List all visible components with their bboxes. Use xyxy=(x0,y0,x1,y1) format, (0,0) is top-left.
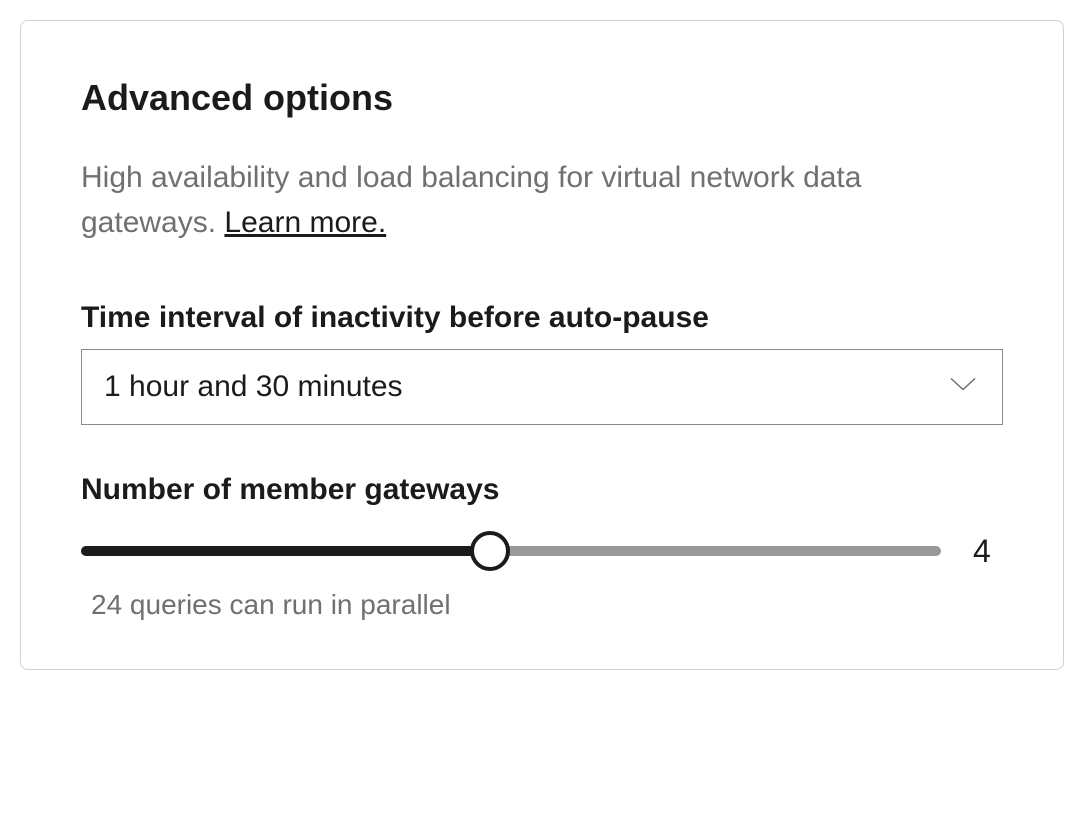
gateways-field: Number of member gateways 4 24 queries c… xyxy=(81,473,1003,621)
gateways-label: Number of member gateways xyxy=(81,473,1003,507)
time-interval-select-wrapper: 1 hour and 30 minutes xyxy=(81,349,1003,425)
time-interval-field: Time interval of inactivity before auto-… xyxy=(81,301,1003,425)
advanced-options-card: Advanced options High availability and l… xyxy=(20,20,1064,670)
time-interval-select[interactable]: 1 hour and 30 minutes xyxy=(81,349,1003,425)
time-interval-label: Time interval of inactivity before auto-… xyxy=(81,301,1003,335)
learn-more-link[interactable]: Learn more. xyxy=(224,206,386,239)
gateways-value: 4 xyxy=(973,533,1003,570)
section-title: Advanced options xyxy=(81,77,1003,119)
slider-thumb[interactable] xyxy=(470,531,510,571)
description-text: High availability and load balancing for… xyxy=(81,161,861,239)
gateways-hint: 24 queries can run in parallel xyxy=(91,589,1003,621)
time-interval-selected-value: 1 hour and 30 minutes xyxy=(104,370,942,404)
section-description: High availability and load balancing for… xyxy=(81,155,1003,245)
gateways-slider-row: 4 xyxy=(81,531,1003,571)
slider-track-fill xyxy=(81,546,490,556)
gateways-slider[interactable] xyxy=(81,531,941,571)
